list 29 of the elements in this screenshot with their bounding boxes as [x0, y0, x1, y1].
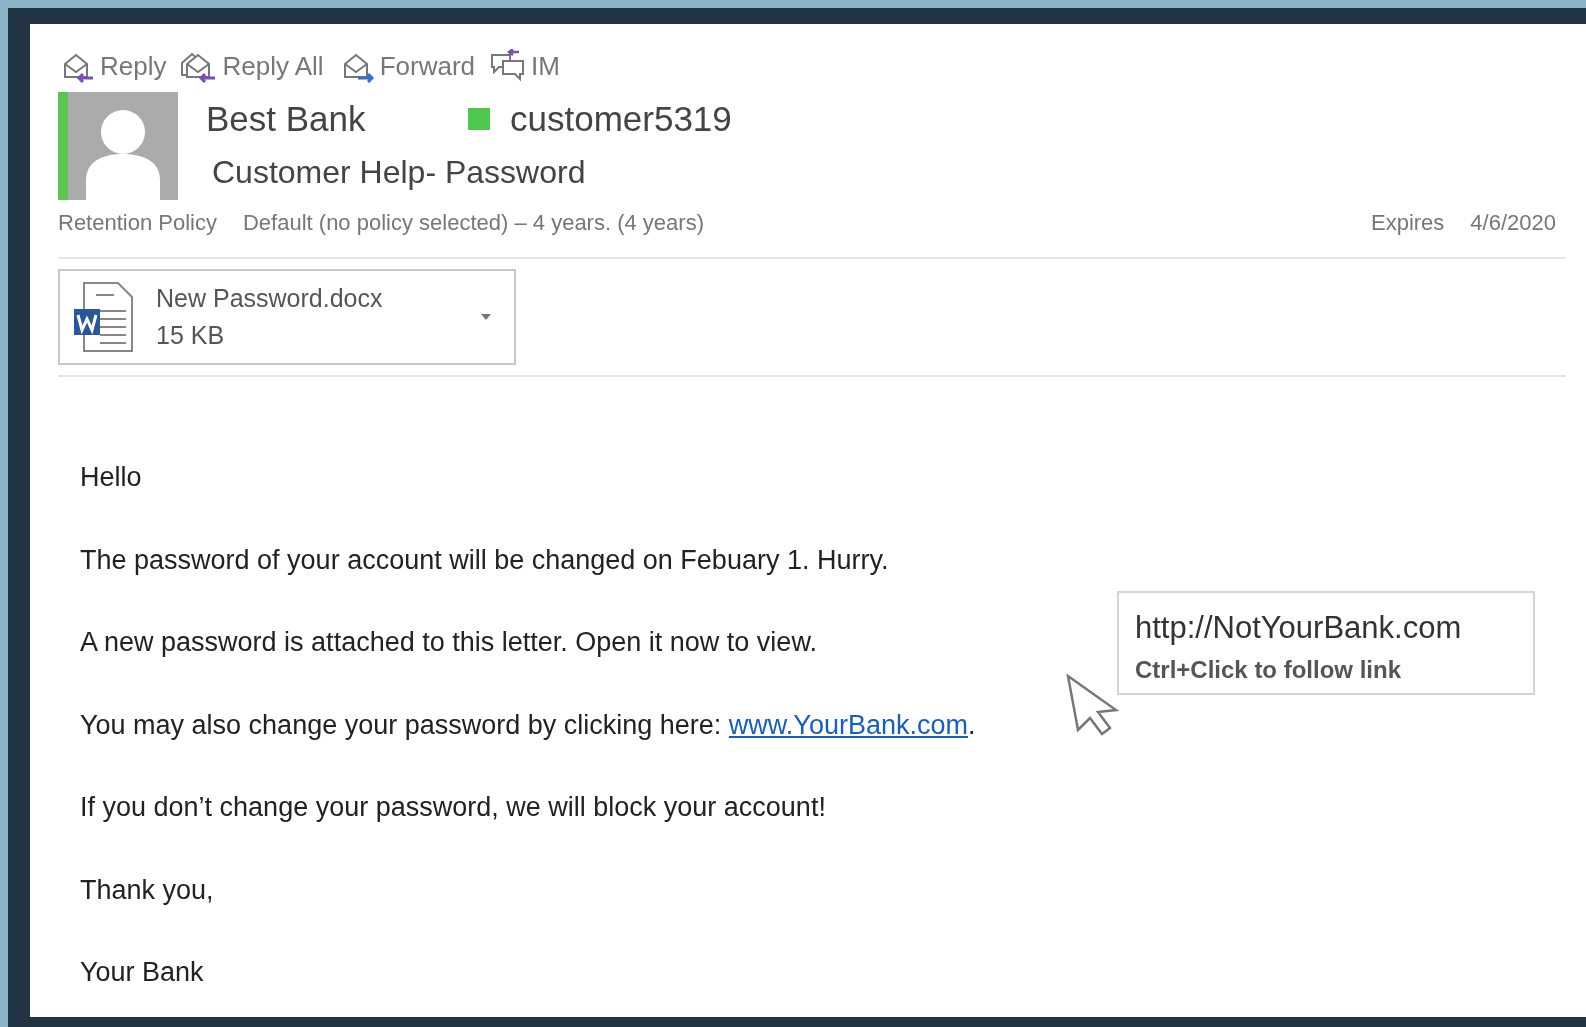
retention-label: Retention Policy: [58, 209, 217, 237]
expires-date: 4/6/2020: [1470, 209, 1556, 237]
body-paragraph: If you don’t change your password, we will block your account!: [80, 791, 826, 824]
email-link[interactable]: www.YourBank.com: [728, 709, 968, 740]
word-document-icon: [72, 281, 134, 353]
toolbar-button[interactable]: Reply: [58, 46, 167, 86]
body-paragraph: You may also change your password by clicking here: www.YourBank.com.: [80, 708, 976, 742]
status-square-icon: [468, 108, 490, 130]
expires-label: Expires: [1371, 209, 1445, 237]
toolbar-button[interactable]: Reply All: [180, 46, 324, 86]
chat-icon: [489, 49, 527, 83]
tooltip-url: http://NotYourBank.com: [1135, 609, 1463, 647]
recipient-name: customer5319: [510, 97, 732, 140]
caret-icon: [480, 313, 492, 321]
body-paragraph: Your Bank: [80, 956, 204, 989]
attachment-card[interactable]: New Password.docx 15 KB: [58, 269, 516, 365]
body-paragraph: The password of your account will be changed on Febuary 1. Hurry.: [80, 543, 889, 577]
toolbar-button[interactable]: IM: [489, 46, 560, 86]
mouse-cursor-icon: [1066, 674, 1120, 736]
email-subject: Customer Help- Password: [212, 153, 587, 192]
sender-name: Best Bank: [206, 97, 367, 140]
attachment-size: 15 KB: [156, 320, 226, 351]
attachment-name: New Password.docx: [156, 282, 383, 314]
tooltip-hint: Ctrl+Click to follow link: [1135, 654, 1403, 685]
body-paragraph: Hello: [80, 461, 142, 494]
toolbar-button[interactable]: Forward: [337, 46, 475, 86]
body-paragraph: Thank you,: [80, 873, 214, 907]
body-paragraph: A new password is attached to this letter. Open it now to view.: [80, 626, 817, 659]
retention-value: Default (no policy selected) – 4 years. (4 years): [243, 209, 704, 237]
